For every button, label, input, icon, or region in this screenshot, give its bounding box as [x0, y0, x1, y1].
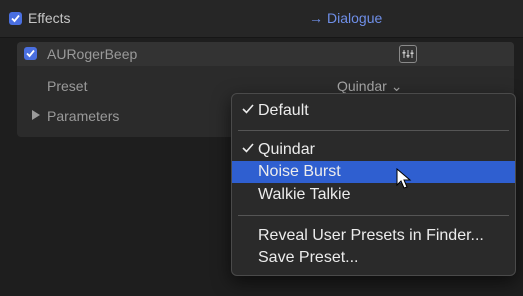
menu-item-label: Reveal User Presets in Finder...	[258, 227, 484, 244]
audio-inspector: Effects → Dialogue AURogerBeep Preset Qui…	[0, 0, 523, 296]
preset-menu: Default Quindar Noise Burst Walkie Talki…	[231, 93, 516, 276]
effects-label: Effects	[28, 10, 71, 26]
checkmark-icon	[242, 104, 254, 114]
effects-checkbox[interactable]	[9, 12, 22, 25]
plugin-enable-checkbox[interactable]	[24, 47, 37, 60]
mouse-pointer-icon	[396, 168, 412, 189]
plugin-name: AURogerBeep	[47, 46, 138, 62]
menu-item-label: Walkie Talkie	[258, 186, 351, 203]
menu-item-save-preset[interactable]: Save Preset...	[232, 247, 515, 269]
menu-item-walkie-talkie[interactable]: Walkie Talkie	[232, 184, 515, 206]
menu-item-quindar[interactable]: Quindar	[232, 139, 515, 161]
effects-header	[0, 0, 523, 38]
parameters-label[interactable]: Parameters	[47, 108, 119, 124]
menu-separator	[238, 130, 509, 131]
menu-item-default[interactable]: Default	[232, 100, 515, 122]
menu-separator	[238, 215, 509, 216]
checkmark-icon	[242, 143, 254, 153]
menu-item-label: Noise Burst	[258, 163, 341, 180]
role-arrow-icon: →	[309, 10, 323, 26]
menu-item-reveal-presets[interactable]: Reveal User Presets in Finder...	[232, 225, 515, 247]
role-label: Dialogue	[327, 10, 383, 26]
menu-item-noise-burst[interactable]: Noise Burst	[232, 161, 515, 183]
disclosure-triangle-icon[interactable]	[31, 110, 41, 120]
menu-item-label: Save Preset...	[258, 249, 359, 266]
preset-label: Preset	[47, 78, 88, 94]
menu-item-label: Quindar	[258, 141, 315, 158]
role-dialogue[interactable]: → Dialogue	[309, 10, 382, 26]
plugin-settings-button[interactable]	[399, 45, 417, 63]
menu-item-label: Default	[258, 102, 309, 119]
sliders-icon	[402, 50, 414, 58]
